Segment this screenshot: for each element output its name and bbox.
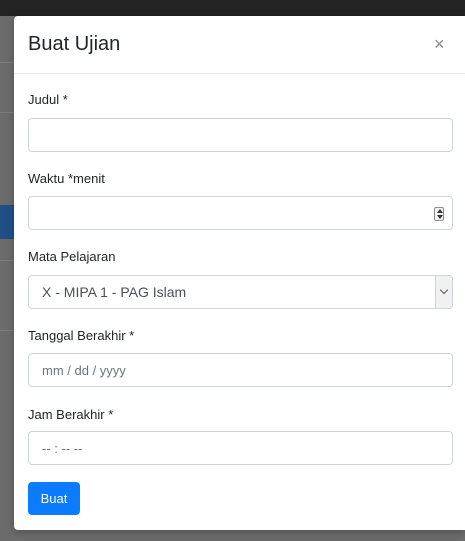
tanggal-label: Tanggal Berakhir *	[28, 328, 135, 343]
close-button[interactable]: ×	[434, 35, 445, 53]
mata-pelajaran-select[interactable]: X - MIPA 1 - PAG Islam	[28, 275, 453, 309]
spin-down-icon[interactable]	[437, 215, 443, 219]
number-spinner-icon[interactable]	[434, 207, 444, 221]
background-topbar	[0, 0, 465, 16]
create-exam-modal: Buat Ujian × Judul * Waktu *menit Mata P…	[14, 16, 465, 530]
select-dropdown-toggle[interactable]	[435, 276, 452, 308]
modal-header: Buat Ujian ×	[14, 16, 465, 74]
buat-submit-button[interactable]: Buat	[28, 482, 80, 515]
mata-pelajaran-selected: X - MIPA 1 - PAG Islam	[42, 284, 187, 300]
judul-input[interactable]	[28, 118, 453, 152]
modal-title: Buat Ujian	[28, 33, 121, 55]
judul-label: Judul *	[28, 92, 68, 107]
jam-time-input[interactable]: -- : -- --	[28, 431, 453, 465]
jam-placeholder: -- : -- --	[42, 441, 83, 456]
spin-up-icon[interactable]	[437, 209, 443, 213]
background-divider	[0, 260, 14, 261]
background-divider	[0, 330, 14, 331]
waktu-number-input[interactable]	[28, 196, 453, 230]
tanggal-date-input[interactable]: mm / dd / yyyy	[28, 353, 453, 387]
background-divider	[0, 112, 14, 113]
tanggal-placeholder: mm / dd / yyyy	[42, 363, 126, 378]
background-divider	[0, 62, 14, 63]
waktu-label: Waktu *menit	[28, 171, 105, 186]
background-active-nav	[0, 205, 14, 239]
mata-pelajaran-label: Mata Pelajaran	[28, 249, 116, 264]
jam-label: Jam Berakhir *	[28, 407, 114, 422]
chevron-down-icon	[439, 285, 449, 295]
